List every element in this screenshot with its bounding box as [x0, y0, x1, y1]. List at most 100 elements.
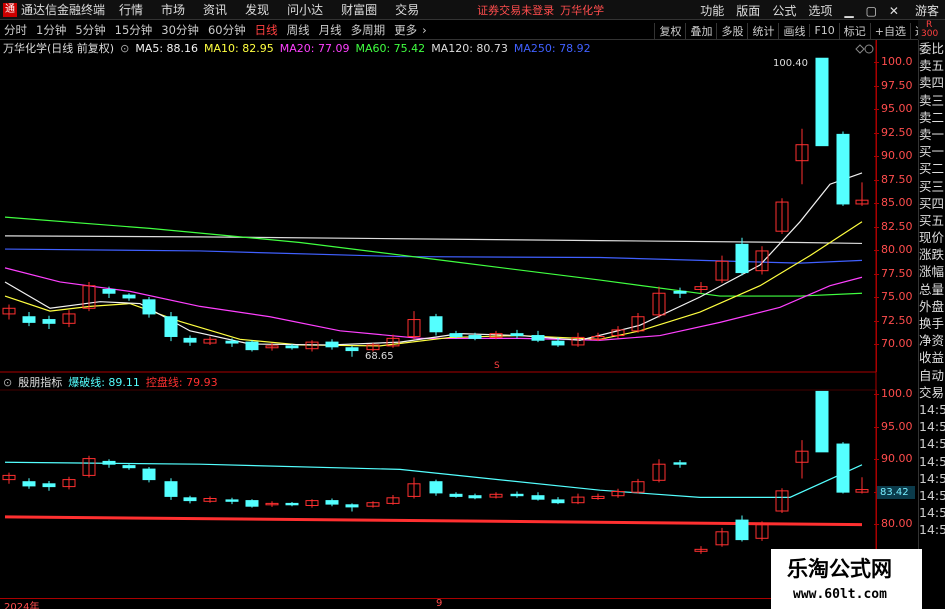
main-axis-tick	[874, 62, 879, 63]
indicator-axis-tick-label: 95.00	[881, 419, 913, 433]
side-panel-item[interactable]: 买五	[919, 212, 945, 229]
side-panel-item[interactable]: 14:56	[919, 521, 945, 538]
main-axis-tick	[874, 85, 879, 87]
side-panel-item[interactable]: 卖二	[919, 109, 945, 126]
side-panel-item[interactable]: 14:56	[919, 401, 945, 418]
main-axis-tick	[874, 320, 879, 322]
side-panel-item[interactable]: 委比	[919, 40, 945, 57]
candle-body	[285, 345, 299, 349]
indicator-candle-body	[142, 468, 156, 481]
main-axis-tick-label: 82.50	[881, 219, 913, 233]
candle-body	[102, 288, 116, 294]
side-panel-item[interactable]: 卖一	[919, 126, 945, 143]
side-panel-item[interactable]: 总量	[919, 281, 945, 298]
side-panel-item[interactable]: 净资	[919, 332, 945, 349]
chart-canvas[interactable]	[0, 0, 945, 609]
side-panel-item[interactable]: 买二	[919, 160, 945, 177]
side-panel-item[interactable]: 14:56	[919, 487, 945, 504]
ma250-label: MA250: 78.92	[513, 41, 591, 55]
indicator-candle-body	[183, 497, 197, 502]
side-panel-item[interactable]: 卖五	[919, 57, 945, 74]
main-axis-tick	[874, 273, 879, 275]
indicator-axis-tick-label: 100.0	[881, 387, 913, 400]
main-axis-tick	[874, 203, 879, 204]
side-panel-item[interactable]: 交易	[919, 384, 945, 401]
side-panel-item[interactable]: 卖三	[919, 92, 945, 109]
indicator-axis-tick	[874, 459, 879, 460]
ma-legend: 万华化学(日线 前复权) ⊙ MA5: 88.16 MA10: 82.95 MA…	[0, 40, 876, 56]
main-axis-tick-label: 90.00	[881, 149, 913, 162]
indicator-candle-body	[122, 465, 136, 469]
indicator-candle-body	[42, 483, 56, 488]
indicator-candle-body	[531, 495, 545, 500]
side-panel-item[interactable]: 14:56	[919, 418, 945, 435]
candle-body	[345, 347, 359, 352]
indicator-candle-body	[551, 499, 565, 504]
candle-body	[673, 290, 687, 294]
indicator-candle-body	[449, 493, 463, 497]
main-price-axis: 100.0 97.50 95.00 92.50 90.00 87.50 85.00 82.50…	[874, 40, 918, 372]
date-month-label: 9	[436, 598, 443, 609]
main-axis-tick-label: 85.00	[881, 196, 913, 209]
indicator-current-value: 83.42	[877, 486, 915, 499]
candle-body	[836, 133, 850, 205]
indicator-candle-body	[345, 504, 359, 508]
main-axis-tick-label: 87.50	[881, 172, 913, 186]
side-panel-item[interactable]: 买一	[919, 143, 945, 160]
main-axis-tick-label: 92.50	[881, 125, 913, 139]
ma5-label: MA5: 88.16	[135, 41, 199, 55]
ma120-label: MA120: 80.73	[431, 41, 508, 55]
candle-body	[22, 316, 36, 323]
side-panel-item[interactable]: 卖四	[919, 74, 945, 91]
candle-body	[164, 316, 178, 337]
main-axis-tick-label: 75.00	[881, 290, 913, 303]
main-axis-tick	[874, 179, 879, 181]
indicator-lines	[4, 461, 863, 527]
watermark-url: www.60lt.com	[793, 587, 887, 602]
side-panel-item[interactable]: 14:56	[919, 504, 945, 521]
indicator-name[interactable]: 殷朋指标	[18, 374, 62, 390]
candle-body	[429, 316, 443, 333]
main-axis-tick-label: 70.00	[881, 337, 913, 350]
side-panel-item[interactable]: 涨跌	[919, 246, 945, 263]
candle-body	[510, 333, 524, 337]
side-panel-item[interactable]: 涨幅	[919, 263, 945, 280]
indicator-axis-tick	[874, 524, 879, 525]
indicator-line2: 控盘线: 79.93	[145, 376, 218, 389]
candle-body	[815, 57, 829, 147]
side-panel-item[interactable]: 14:56	[919, 435, 945, 452]
indicator-axis-tick-label: 90.00	[881, 452, 913, 465]
side-panel-item[interactable]: 收益	[919, 349, 945, 366]
side-panel-item[interactable]: 换手	[919, 315, 945, 332]
indicator-candle-body	[325, 500, 339, 505]
candle-body	[735, 243, 749, 274]
main-axis-tick	[874, 109, 879, 110]
ma60-label: MA60: 75.42	[355, 41, 426, 55]
side-panel-item[interactable]: 14:56	[919, 470, 945, 487]
date-axis: 2024年 9	[0, 598, 876, 609]
indicator-candle-body	[815, 390, 829, 453]
main-axis-tick-label: 95.00	[881, 102, 913, 115]
main-axis-tick-label: 80.00	[881, 243, 913, 256]
side-panel-item[interactable]: 14:56	[919, 453, 945, 470]
ma-toggle-icon[interactable]: ⊙	[120, 42, 129, 55]
ma10-label: MA10: 82.95	[204, 41, 274, 55]
ma20-label: MA20: 77.09	[279, 41, 350, 55]
side-panel-item[interactable]: 自动	[919, 367, 945, 384]
ma250-line	[4, 248, 863, 264]
indicator-candle-body	[245, 500, 259, 507]
indicator-candle-body	[510, 493, 524, 497]
side-panel-item[interactable]: 买三	[919, 178, 945, 195]
ma120-line	[4, 235, 863, 245]
indicator-axis-tick-label: 80.00	[881, 517, 913, 530]
watermark: 乐淘公式网 www.60lt.com	[771, 549, 922, 609]
side-panel-item[interactable]: 买四	[919, 195, 945, 212]
indicator-toggle-icon[interactable]: ⊙	[3, 376, 12, 389]
indicator-candle-body	[164, 481, 178, 497]
side-panel-item[interactable]: 外盘	[919, 298, 945, 315]
indicator-candle-body	[468, 495, 482, 499]
candle-body	[225, 340, 239, 344]
s-marker: S	[494, 361, 500, 371]
side-panel-item[interactable]: 现价	[919, 229, 945, 246]
watermark-title: 乐淘公式网	[787, 556, 892, 581]
